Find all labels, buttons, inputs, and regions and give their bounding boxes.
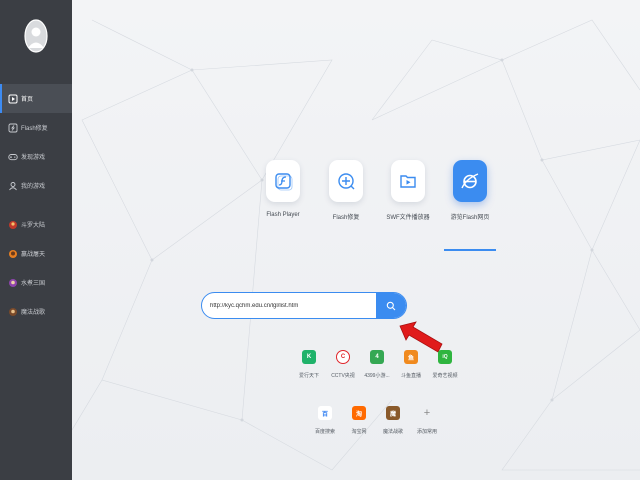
shortcut-item[interactable]: 淘 淘宝网 [342,406,376,435]
search-icon [386,301,396,310]
sidebar-item-label: Flash修复 [21,126,48,132]
sidebar-item-label: 发现游戏 [21,155,46,161]
gamepad-icon [8,152,18,162]
shortcut-label: 百度搜索 [314,429,335,435]
search-button[interactable] [376,293,406,318]
shortcut-item[interactable]: 百 百度搜索 [308,406,342,435]
site-icon: iQ [438,350,452,364]
shortcut-item[interactable]: C CCTV央视 [326,350,360,379]
shortcut-label: 淘宝网 [351,429,367,435]
flash-icon [8,123,18,133]
site-icon: 百 [318,406,332,420]
sidebar-item-label: 魔法战歌 [21,310,46,316]
shortcut-item[interactable]: 4 4399小游... [360,350,394,379]
sidebar-item-game-2[interactable]: 赢战屠天 [0,239,72,268]
tile-swf-player[interactable]: SWF文件播放器 [382,160,434,221]
site-icon: C [336,350,350,364]
sidebar-item-flash-repair[interactable]: Flash修复 [0,113,72,142]
tile-label: SWF文件播放器 [386,215,430,221]
site-icon: 淘 [352,406,366,420]
game-avatar-icon [8,307,18,317]
active-tile-indicator [444,249,496,251]
site-icon: 魔 [386,406,400,420]
game-avatar-icon [8,278,18,288]
tile-flash-repair[interactable]: Flash修复 [320,160,372,221]
shortcut-label: 添加常用 [416,429,437,435]
red-arrow-annotation [399,321,443,353]
site-icon: 4 [370,350,384,364]
sidebar-item-label: 水煮三国 [21,281,46,287]
shortcut-label: 魔法战歌 [382,429,403,435]
shortcut-label: 4399小游... [364,373,390,379]
site-icon: 鱼 [404,350,418,364]
shortcut-label: CCTV央视 [331,373,355,379]
repair-plus-icon [338,173,355,190]
game-avatar-icon [8,249,18,259]
sidebar-item-game-1[interactable]: 斗罗大陆 [0,210,72,239]
tile-icon-box [329,160,363,202]
sidebar-item-label: 赢战屠天 [21,252,46,258]
user-avatar[interactable] [24,18,48,54]
url-search-bar [201,292,407,319]
url-input[interactable] [202,293,378,318]
tile-icon-box [391,160,425,202]
shortcut-item[interactable]: K 爱行天下 [292,350,326,379]
sidebar-nav: 首页 Flash修复 发现游戏 我的游戏 斗罗大陆 赢战屠天 水煮三国 魔法战歌 [0,84,72,326]
sidebar-item-game-3[interactable]: 水煮三国 [0,268,72,297]
sidebar-separator [0,200,72,210]
site-icon: K [302,350,316,364]
tile-browse-flash[interactable]: 游览Flash网页 [444,160,496,251]
game-avatar-icon [8,220,18,230]
shortcut-label: 斗鱼直播 [400,373,421,379]
shortcut-label: 爱奇艺视频 [432,373,458,379]
sidebar-item-label: 我的游戏 [21,184,46,190]
tile-icon-box [266,160,300,202]
shortcut-label: 爱行天下 [298,373,319,379]
sidebar: 首页 Flash修复 发现游戏 我的游戏 斗罗大陆 赢战屠天 水煮三国 魔法战歌 [0,0,72,480]
sidebar-item-game-4[interactable]: 魔法战歌 [0,297,72,326]
ie-browser-icon [461,173,479,189]
tile-flash-player[interactable]: Flash Player [257,160,309,218]
sidebar-item-label: 首页 [21,97,34,103]
swf-folder-play-icon [400,175,416,188]
tile-label: Flash Player [266,212,300,218]
plus-icon: + [423,407,431,419]
sidebar-item-discover-games[interactable]: 发现游戏 [0,142,72,171]
shortcut-item[interactable]: iQ 爱奇艺视频 [428,350,462,379]
shortcut-item[interactable]: 鱼 斗鱼直播 [394,350,428,379]
tile-icon-box [453,160,487,202]
add-shortcut-button[interactable]: + 添加常用 [410,406,444,435]
sidebar-item-label: 斗罗大陆 [21,223,46,229]
sidebar-item-home[interactable]: 首页 [0,84,72,113]
tile-label: Flash修复 [332,215,360,221]
user-icon [8,181,18,191]
shortcut-item[interactable]: 魔 魔法战歌 [376,406,410,435]
play-square-icon [8,94,18,104]
tile-label: 游览Flash网页 [450,215,490,221]
flash-player-icon [275,173,293,191]
sidebar-item-my-games[interactable]: 我的游戏 [0,171,72,200]
